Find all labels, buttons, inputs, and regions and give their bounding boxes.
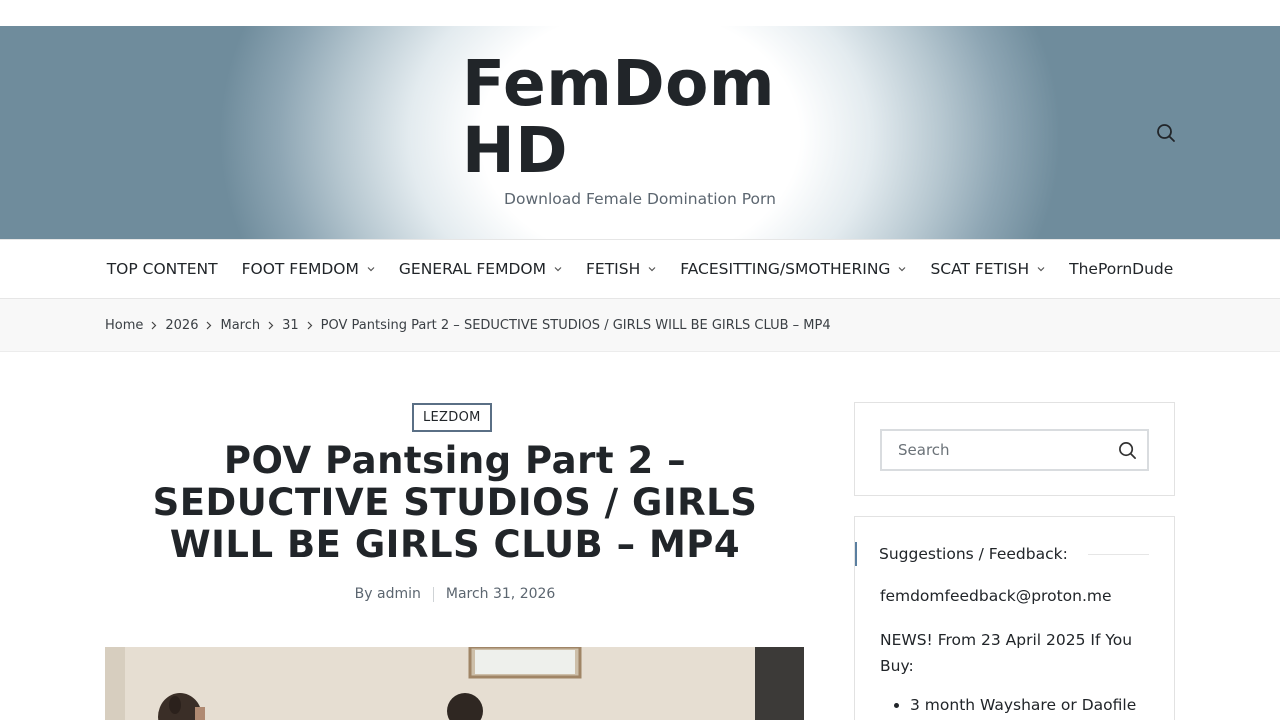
nav-item-label: FETISH [585, 260, 641, 278]
chevron-down-icon [367, 266, 375, 272]
category-badge[interactable]: LEZDOM [412, 403, 492, 432]
nav-item-top-content[interactable]: TOP CONTENT [95, 260, 230, 278]
post-date[interactable]: March 31, 2026 [446, 586, 555, 602]
nav-item-facesitting-smothering[interactable]: FACESITTING/SMOTHERING [668, 260, 918, 278]
nav-item-label: TOP CONTENT [106, 260, 218, 278]
breadcrumb-home[interactable]: Home [105, 318, 143, 333]
chevron-down-icon [554, 266, 562, 272]
breadcrumb-day[interactable]: 31 [282, 318, 299, 333]
nav-item-label: ThePornDude [1069, 260, 1174, 278]
breadcrumb-bar: Home 2026 March 31 POV Pantsing Part 2 –… [0, 299, 1280, 352]
post-meta: By admin March 31, 2026 [105, 586, 805, 602]
list-item: 3 month Wayshare or Daofile [910, 692, 1150, 718]
feedback-email[interactable]: femdomfeedback@proton.me [880, 587, 1112, 605]
news-list: 3 month Wayshare or Daofile [910, 692, 1150, 718]
chevron-right-icon [268, 321, 274, 330]
chevron-right-icon [307, 321, 313, 330]
widget-title: Suggestions / Feedback: [855, 542, 1174, 566]
site-title[interactable]: FemDom HD [462, 50, 822, 184]
site-tagline: Download Female Domination Porn [504, 190, 776, 208]
breadcrumb-year[interactable]: 2026 [165, 318, 198, 333]
featured-image[interactable] [105, 647, 804, 720]
nav-item-scat-fetish[interactable]: SCAT FETISH [918, 260, 1057, 278]
nav-item-fetish[interactable]: FETISH [574, 260, 668, 278]
author-prefix: By [354, 586, 373, 602]
nav-item-theporndude[interactable]: ThePornDude [1057, 260, 1185, 278]
breadcrumb: Home 2026 March 31 POV Pantsing Part 2 –… [105, 299, 831, 351]
search-input[interactable] [882, 431, 1107, 469]
header-search-button[interactable] [1155, 122, 1177, 144]
post-title: POV Pantsing Part 2 – SEDUCTIVE STUDIOS … [152, 439, 758, 566]
search-icon [1157, 124, 1175, 142]
news-text: NEWS! From 23 April 2025 If You Buy: [880, 631, 1133, 675]
chevron-down-icon [1037, 266, 1045, 272]
nav-item-foot-femdom[interactable]: FOOT FEMDOM [230, 260, 387, 278]
search-submit-button[interactable] [1107, 431, 1147, 469]
sidebar-feedback-widget: Suggestions / Feedback: femdomfeedback@p… [854, 516, 1175, 720]
search-box [880, 429, 1149, 471]
chevron-right-icon [206, 321, 212, 330]
chevron-down-icon [898, 266, 906, 272]
post-author[interactable]: admin [377, 586, 421, 602]
nav-item-label: GENERAL FEMDOM [398, 260, 546, 278]
featured-image-illustration [105, 647, 804, 720]
title-accent-bar [855, 542, 857, 566]
chevron-right-icon [151, 321, 157, 330]
main-nav: TOP CONTENT FOOT FEMDOM GENERAL FEMDOM F… [0, 239, 1280, 299]
nav-item-label: FACESITTING/SMOTHERING [680, 260, 891, 278]
breadcrumb-month[interactable]: March [220, 318, 260, 333]
nav-item-label: FOOT FEMDOM [241, 260, 359, 278]
top-bar [0, 0, 1280, 26]
meta-divider [432, 586, 434, 602]
widget-title-text: Suggestions / Feedback: [879, 545, 1068, 563]
title-divider [1087, 553, 1149, 555]
breadcrumb-current: POV Pantsing Part 2 – SEDUCTIVE STUDIOS … [320, 317, 831, 333]
sidebar-search-widget [854, 402, 1175, 496]
nav-item-label: SCAT FETISH [930, 260, 1030, 278]
chevron-down-icon [648, 266, 656, 272]
search-icon [1118, 441, 1136, 459]
nav-item-general-femdom[interactable]: GENERAL FEMDOM [387, 260, 574, 278]
site-header: FemDom HD Download Female Domination Por… [0, 26, 1280, 239]
